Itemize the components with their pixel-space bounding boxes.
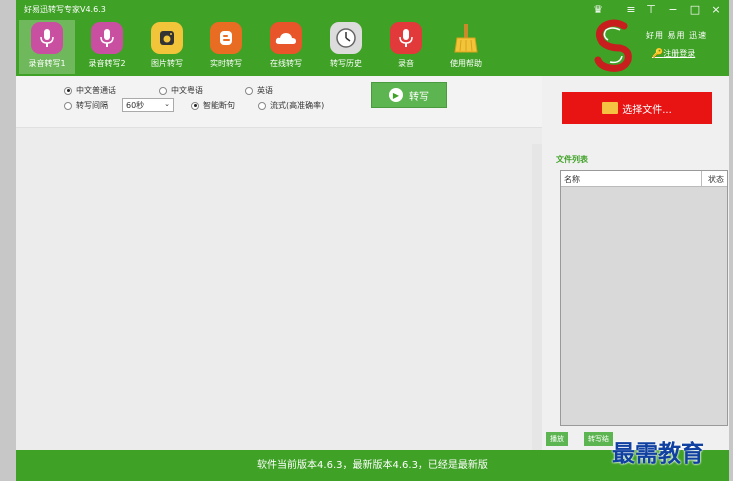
- radio-dot: [64, 101, 72, 110]
- editor-scrollbar[interactable]: [532, 144, 542, 450]
- radio-english[interactable]: 英语: [245, 85, 273, 96]
- clock-icon: [330, 22, 362, 54]
- convert-result-button[interactable]: 转写结: [584, 432, 613, 446]
- blogger-icon: [210, 22, 242, 54]
- tab-help[interactable]: 使用帮助: [438, 20, 494, 74]
- key-icon: 🔑: [652, 49, 664, 59]
- microphone-icon: [390, 22, 422, 54]
- column-status-header[interactable]: 状态: [708, 174, 724, 185]
- radio-label: 转写间隔: [76, 101, 108, 110]
- tab-record-transcribe-2[interactable]: 录音转写2: [79, 20, 135, 74]
- tab-label: 图片转写: [151, 59, 183, 68]
- play-button[interactable]: 播放: [546, 432, 568, 446]
- radio-label: 英语: [257, 86, 273, 95]
- login-link[interactable]: 🔑注册登录: [652, 48, 695, 59]
- minimize-button[interactable]: −: [665, 3, 681, 16]
- folder-icon: [602, 102, 619, 114]
- radio-dot: [245, 86, 253, 95]
- radio-streaming[interactable]: 流式(高准确率): [258, 100, 324, 111]
- radio-mandarin[interactable]: 中文普通话: [64, 85, 116, 96]
- tab-label: 录音转写1: [28, 59, 66, 68]
- radio-label: 流式(高准确率): [270, 101, 325, 110]
- column-name-header[interactable]: 名称: [564, 174, 580, 185]
- radio-label: 中文粤语: [171, 86, 203, 95]
- microphone-icon: [31, 22, 63, 54]
- skin-icon[interactable]: ♛: [590, 3, 606, 16]
- radio-label: 智能断句: [203, 101, 235, 110]
- select-file-button[interactable]: 选择文件...: [562, 92, 712, 124]
- tab-label: 录音: [398, 59, 414, 68]
- file-list-title: 文件列表: [556, 155, 588, 164]
- column-divider: [701, 171, 702, 187]
- close-button[interactable]: ×: [708, 3, 724, 16]
- radio-dot: [191, 101, 199, 110]
- radio-interval[interactable]: 转写间隔: [64, 100, 108, 111]
- play-icon: ▶: [389, 88, 403, 102]
- radio-label: 中文普通话: [76, 86, 116, 95]
- radio-cantonese[interactable]: 中文粤语: [159, 85, 203, 96]
- login-label: 注册登录: [663, 49, 696, 58]
- maximize-button[interactable]: □: [687, 3, 703, 16]
- radio-dot: [64, 86, 72, 95]
- app-window: 好易迅转写专家V4.6.3 ♛ ≡ ⊤ − □ × 录音转写1 录音转写2 图片…: [16, 0, 729, 481]
- app-title: 好易迅转写专家V4.6.3: [24, 5, 106, 14]
- tab-image-transcribe[interactable]: 图片转写: [139, 20, 195, 74]
- convert-label: 转写: [409, 91, 429, 103]
- brand-slogan: 好用 易用 迅速: [646, 31, 708, 40]
- transcript-editor[interactable]: [16, 128, 542, 450]
- tab-label: 录音转写2: [88, 59, 126, 68]
- tab-record[interactable]: 录音: [378, 20, 434, 74]
- radio-dot: [159, 86, 167, 95]
- tab-record-transcribe-1[interactable]: 录音转写1: [19, 20, 75, 74]
- microphone-icon: [91, 22, 123, 54]
- select-file-label: 选择文件...: [622, 104, 672, 116]
- file-list-table[interactable]: 名称 状态: [560, 170, 728, 426]
- interval-value: 60秒: [126, 101, 145, 110]
- file-list-header: 名称 状态: [561, 171, 727, 187]
- brand-logo-icon: [590, 18, 638, 74]
- tab-label: 实时转写: [210, 59, 242, 68]
- menu-icon[interactable]: ⊤: [643, 3, 659, 16]
- tab-label: 转写历史: [330, 59, 362, 68]
- tab-online-transcribe[interactable]: 在线转写: [258, 20, 314, 74]
- convert-button[interactable]: ▶ 转写: [371, 82, 447, 108]
- right-panel: 选择文件... 文件列表 名称 状态 播放 转写结: [542, 76, 729, 450]
- broom-icon: [450, 22, 482, 54]
- tab-realtime-transcribe[interactable]: 实时转写: [198, 20, 254, 74]
- tab-transcribe-history[interactable]: 转写历史: [318, 20, 374, 74]
- tab-label: 使用帮助: [450, 59, 482, 68]
- radio-smart-break[interactable]: 智能断句: [191, 100, 235, 111]
- chevron-down-icon: ⌄: [164, 100, 170, 108]
- interval-select[interactable]: 60秒 ⌄: [122, 98, 174, 112]
- title-toolbar: 好易迅转写专家V4.6.3 ♛ ≡ ⊤ − □ × 录音转写1 录音转写2 图片…: [16, 0, 729, 76]
- options-panel: 中文普通话 中文粤语 英语 转写间隔 60秒 ⌄ 智能断句 流式(高准确率) ▶…: [16, 76, 542, 128]
- radio-dot: [258, 101, 266, 110]
- camera-icon: [151, 22, 183, 54]
- feedback-icon[interactable]: ≡: [623, 3, 639, 16]
- tab-label: 在线转写: [270, 59, 302, 68]
- watermark-logo: 最需教育: [612, 440, 704, 467]
- cloud-icon: [270, 22, 302, 54]
